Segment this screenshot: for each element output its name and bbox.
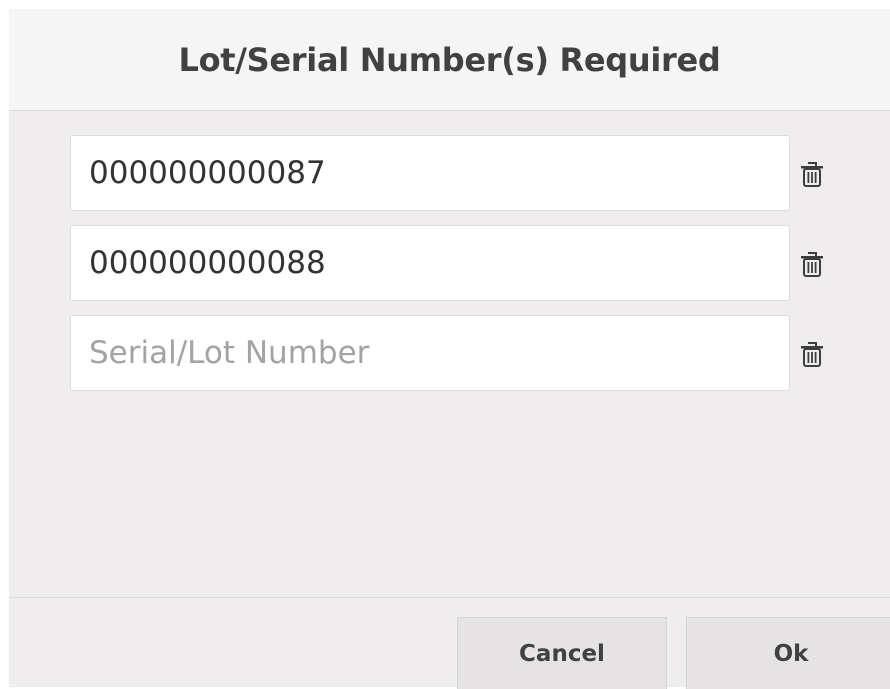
- delete-serial-button[interactable]: [795, 247, 829, 281]
- serial-number-input[interactable]: [70, 315, 790, 391]
- serial-number-input[interactable]: [70, 225, 790, 301]
- dialog-header: Lot/Serial Number(s) Required: [9, 9, 890, 111]
- serial-number-dialog: Lot/Serial Number(s) Required 0000000000…: [9, 9, 890, 689]
- serial-field-row: [70, 225, 830, 303]
- cancel-button[interactable]: Cancel: [457, 617, 667, 689]
- delete-serial-button[interactable]: [795, 157, 829, 191]
- serial-field-row: [70, 315, 830, 393]
- dialog-title: Lot/Serial Number(s) Required: [178, 40, 721, 79]
- dialog-footer: Cancel Ok: [9, 597, 890, 689]
- trash-icon: [801, 342, 823, 367]
- trash-icon: [801, 162, 823, 187]
- serial-field-row: [70, 135, 830, 213]
- ok-button[interactable]: Ok: [686, 617, 890, 689]
- serial-number-input[interactable]: [70, 135, 790, 211]
- delete-serial-button[interactable]: [795, 337, 829, 371]
- trash-icon: [801, 252, 823, 277]
